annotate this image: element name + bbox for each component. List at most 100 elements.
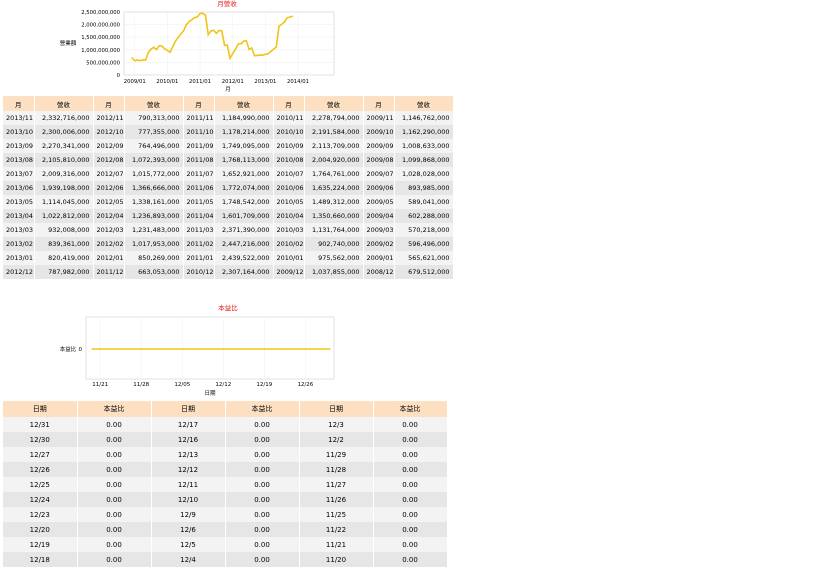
data-point bbox=[157, 348, 159, 350]
table-cell: 0.00 bbox=[225, 462, 300, 477]
data-point bbox=[188, 21, 190, 23]
table-cell: 0.00 bbox=[77, 552, 152, 567]
table-cell: 11/26 bbox=[299, 492, 374, 507]
table-cell: 1,184,990,000 bbox=[214, 111, 274, 125]
data-point bbox=[218, 29, 220, 32]
table-cell: 790,313,000 bbox=[124, 111, 184, 125]
table-cell: 2,447,216,000 bbox=[214, 237, 274, 251]
chart-title: 月營收 bbox=[217, 0, 237, 8]
table-cell: 12/10 bbox=[151, 492, 226, 507]
table-cell: 12/24 bbox=[3, 492, 78, 507]
table-cell: 1,635,224,000 bbox=[304, 181, 364, 195]
table-cell: 0.00 bbox=[373, 432, 448, 447]
data-point bbox=[134, 60, 136, 62]
table-cell: 0.00 bbox=[373, 552, 448, 567]
table-cell: 11/22 bbox=[299, 522, 374, 537]
data-point bbox=[193, 16, 196, 19]
table-row: 12/23 0.00 12/9 0.00 11/25 0.00 bbox=[3, 507, 448, 522]
data-point bbox=[242, 40, 245, 42]
table-cell: 1,162,290,000 bbox=[394, 125, 454, 139]
data-point bbox=[144, 59, 147, 61]
table-cell: 2009/08 bbox=[363, 153, 395, 167]
data-point bbox=[166, 49, 169, 52]
table-cell: 2010/12 bbox=[183, 265, 215, 279]
pe-ratio-chart-svg: 本益比0本益比11/21 11/28 12/05 12/12 12/19 12/26日期 bbox=[60, 303, 335, 397]
data-point bbox=[226, 44, 228, 46]
plot-area bbox=[123, 11, 335, 76]
table-cell: 0.00 bbox=[373, 417, 448, 432]
data-point bbox=[247, 348, 249, 350]
data-point bbox=[196, 16, 199, 18]
table-cell: 12/2 bbox=[299, 432, 374, 447]
table-cell: 565,621,000 bbox=[394, 251, 454, 265]
table-cell: 2,307,164,000 bbox=[214, 265, 274, 279]
table-cell: 2012/10 bbox=[93, 125, 125, 139]
table-cell: 12/9 bbox=[151, 507, 226, 522]
data-point bbox=[251, 47, 253, 49]
table-cell: 0.00 bbox=[225, 492, 300, 507]
table-cell: 0.00 bbox=[225, 417, 300, 432]
column-header: 月 bbox=[183, 96, 215, 111]
table-cell: 0.00 bbox=[373, 447, 448, 462]
table-cell: 1,768,113,000 bbox=[214, 153, 274, 167]
column-header: 月 bbox=[363, 96, 395, 111]
data-point bbox=[281, 23, 283, 26]
data-point bbox=[253, 55, 256, 57]
table-cell: 2,371,390,000 bbox=[214, 223, 274, 237]
table-cell: 679,512,000 bbox=[394, 265, 454, 279]
x-axis-label: 日期 bbox=[204, 390, 216, 397]
table-cell: 602,288,000 bbox=[394, 209, 454, 223]
data-point bbox=[139, 59, 141, 62]
table-cell: 0.00 bbox=[225, 552, 300, 567]
data-point bbox=[174, 40, 177, 42]
table-row: 2013/05 1,114,045,000 2012/05 1,338,161,000… bbox=[3, 195, 454, 209]
table-cell: 2010/08 bbox=[273, 153, 305, 167]
table-cell: 2013/11 bbox=[3, 111, 35, 125]
pe-ratio-table-header: 日期 本益比 日期 本益比 日期 本益比 bbox=[3, 401, 448, 417]
data-point bbox=[245, 39, 248, 42]
data-point bbox=[198, 348, 200, 350]
data-point bbox=[91, 348, 93, 350]
data-point bbox=[286, 17, 288, 19]
data-point bbox=[147, 51, 150, 54]
table-cell: 2,113,709,000 bbox=[304, 139, 364, 153]
table-cell: 12/11 bbox=[151, 477, 226, 492]
column-header: 日期 bbox=[299, 401, 374, 417]
table-cell: 1,350,660,000 bbox=[304, 209, 364, 223]
table-row: 2013/04 1,022,812,000 2012/04 1,236,893,000… bbox=[3, 209, 454, 223]
table-cell: 596,496,000 bbox=[394, 237, 454, 251]
table-cell: 2013/07 bbox=[3, 167, 35, 181]
pe-ratio-chart: 本益比 0 本益比 11/21 11/28 12/05 12/12 12/19 12/26 日期 bbox=[0, 300, 460, 400]
table-cell: 2012/09 bbox=[93, 139, 125, 153]
data-point bbox=[312, 348, 315, 350]
data-point bbox=[116, 348, 118, 350]
data-point bbox=[280, 348, 282, 350]
data-point bbox=[237, 43, 239, 45]
column-header: 本益比 bbox=[373, 401, 448, 417]
data-point bbox=[296, 348, 298, 350]
table-cell: 2012/08 bbox=[93, 153, 125, 167]
table-row: 12/24 0.00 12/10 0.00 11/26 0.00 bbox=[3, 492, 448, 507]
table-cell: 0.00 bbox=[225, 537, 300, 552]
column-header: 月 bbox=[93, 96, 125, 111]
table-cell: 12/23 bbox=[3, 507, 78, 522]
table-cell: 0.00 bbox=[77, 417, 152, 432]
data-point bbox=[256, 54, 258, 57]
x-tick-label: 2012/01 bbox=[222, 79, 244, 85]
table-cell: 1,236,893,000 bbox=[124, 209, 184, 223]
table-row: 12/19 0.00 12/5 0.00 11/21 0.00 bbox=[3, 537, 448, 552]
data-point bbox=[210, 30, 212, 32]
x-tick-label: 12/12 bbox=[215, 382, 231, 388]
data-point bbox=[148, 348, 151, 350]
y-tick-label: 1,000,000,000 bbox=[81, 48, 120, 54]
data-point bbox=[239, 348, 241, 350]
table-cell: 12/20 bbox=[3, 522, 78, 537]
table-cell: 0.00 bbox=[225, 507, 300, 522]
table-cell: 839,361,000 bbox=[34, 237, 94, 251]
x-tick-label: 2011/01 bbox=[189, 79, 211, 85]
table-cell: 777,355,000 bbox=[124, 125, 184, 139]
column-header: 月 bbox=[273, 96, 305, 111]
column-header: 營收 bbox=[34, 96, 94, 111]
table-cell: 975,562,000 bbox=[304, 251, 364, 265]
data-point bbox=[124, 348, 126, 350]
